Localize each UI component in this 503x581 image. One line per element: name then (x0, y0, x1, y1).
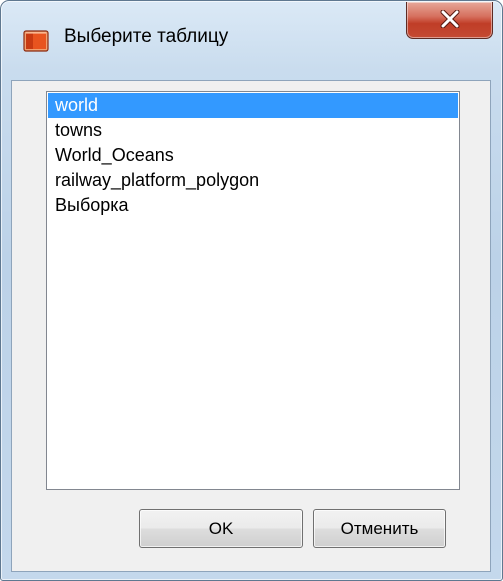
table-icon (23, 28, 49, 54)
window-title: Выберите таблицу (64, 26, 229, 47)
list-item[interactable]: Выборка (48, 193, 458, 218)
table-listbox[interactable]: world towns World_Oceans railway_platfor… (46, 91, 460, 490)
dialog-window: Выберите таблицу world towns World_Ocean… (0, 0, 503, 581)
close-button[interactable] (406, 2, 493, 39)
cancel-button[interactable]: Отменить (313, 509, 446, 548)
close-icon (440, 10, 460, 28)
list-item[interactable]: World_Oceans (48, 143, 458, 168)
list-item[interactable]: towns (48, 118, 458, 143)
title-bar[interactable]: Выберите таблицу (1, 1, 502, 81)
list-item[interactable]: railway_platform_polygon (48, 168, 458, 193)
list-item[interactable]: world (48, 93, 458, 118)
ok-button[interactable]: OK (139, 509, 303, 548)
dialog-content: world towns World_Oceans railway_platfor… (11, 80, 491, 572)
